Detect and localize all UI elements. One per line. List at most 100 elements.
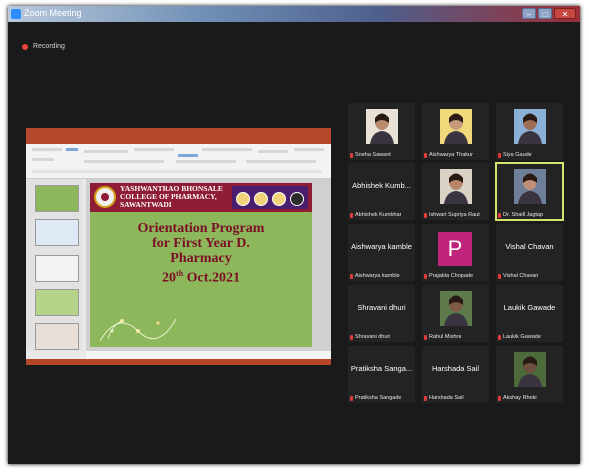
participant-tile[interactable]: Dr. Shaill Jagtap (495, 162, 564, 221)
participant-name: Vishal Chavan (503, 273, 539, 279)
participant-display-name: Vishal Chavan (505, 242, 554, 251)
participant-name-label: Aishwarya kamble (350, 273, 400, 279)
ppt-status-bar (26, 359, 331, 365)
zoom-window: Zoom Meeting – □ ✕ Recording YASHWANTRAO… (8, 6, 580, 464)
participant-tile[interactable]: Aishwarya Thakur (422, 103, 489, 160)
heading-line: Pharmacy (170, 251, 232, 266)
participant-name: Ishwari Supriya Raut (429, 212, 480, 218)
participant-video (514, 169, 546, 204)
participant-name: Harshada Sail (429, 395, 464, 401)
muted-mic-icon (424, 334, 427, 340)
ppt-title-bar (26, 128, 331, 137)
participant-name: Sneha Sawant (355, 152, 391, 158)
affiliation-badge-icon (290, 192, 304, 206)
participant-name-label: Pratiksha Sangade (350, 395, 401, 401)
slide-header: YASHWANTRAO BHONSALE COLLEGE OF PHARMACY… (90, 183, 312, 212)
participant-name-label: Dr. Shaill Jagtap (498, 212, 543, 218)
participant-tile[interactable]: Siya Gaude (496, 103, 563, 160)
participant-tile[interactable]: Ishwari Supriya Raut (422, 163, 489, 220)
close-button[interactable]: ✕ (554, 8, 576, 19)
floral-decoration (99, 318, 177, 342)
slide-heading: Orientation Program for First Year D. Ph… (90, 221, 312, 286)
participant-name: Aishwarya Thakur (429, 152, 473, 158)
slide-thumbnail-pane (26, 179, 82, 351)
participant-video (440, 291, 472, 326)
college-logo (94, 186, 116, 208)
slide-thumbnail[interactable] (35, 289, 79, 316)
participant-tile[interactable]: P Prajakta Chopade (422, 224, 489, 281)
participant-name-label: Akshay Rheki (498, 395, 537, 401)
participant-tile[interactable]: Vishal Chavan Vishal Chavan (496, 224, 563, 281)
participant-display-name: Laukik Gawade (503, 303, 556, 312)
participant-display-name: Harshada Sail (431, 364, 480, 373)
muted-mic-icon (498, 395, 501, 401)
participant-display-name: Aishwarya kamble (351, 242, 412, 251)
muted-mic-icon (350, 395, 353, 401)
recording-dot-icon (22, 43, 28, 50)
minimize-button[interactable]: – (522, 8, 536, 19)
muted-mic-icon (350, 212, 353, 218)
participant-tile[interactable]: Aishwarya kamble Aishwarya kamble (348, 224, 415, 281)
participant-name-label: Abhishek Kumbhar (350, 212, 401, 218)
participant-video (514, 109, 546, 144)
participant-name-label: Siya Gaude (498, 152, 532, 158)
slide-thumbnail[interactable] (35, 219, 79, 246)
participant-video (440, 109, 472, 144)
heading-date: 20th Oct.2021 (162, 269, 240, 286)
participant-tile[interactable]: Shravani dhuri Shravani dhuri (348, 285, 415, 342)
slide-thumbnail[interactable] (35, 185, 79, 212)
participant-video (366, 109, 398, 144)
muted-mic-icon (350, 152, 353, 158)
participant-name-label: Harshada Sail (424, 395, 464, 401)
current-slide: YASHWANTRAO BHONSALE COLLEGE OF PHARMACY… (90, 183, 312, 347)
heading-line: for First Year D. (152, 236, 250, 251)
muted-mic-icon (498, 152, 501, 158)
muted-mic-icon (424, 273, 427, 279)
slide-thumbnail[interactable] (35, 323, 79, 350)
participant-name: Abhishek Kumbhar (355, 212, 402, 218)
participant-tile[interactable]: Abhishek Kumb... Abhishek Kumbhar (348, 163, 415, 220)
participant-name-label: Aishwarya Thakur (424, 152, 473, 158)
maximize-button[interactable]: □ (538, 8, 552, 19)
heading-line: Orientation Program (137, 221, 265, 236)
participant-display-name: Shravani dhuri (357, 303, 406, 312)
participant-tile[interactable]: Akshay Rheki (496, 346, 563, 403)
participant-tile[interactable]: Harshada Sail Harshada Sail (422, 346, 489, 403)
participant-name-label: Shravani dhuri (350, 334, 390, 340)
slide-thumbnail[interactable] (35, 255, 79, 282)
affiliation-badge-icon (254, 192, 268, 206)
participant-name-label: Rahul Mishra (424, 334, 461, 340)
participant-avatar: P (438, 232, 472, 266)
participant-name-label: Prajakta Chopade (424, 273, 473, 279)
participant-name: Aishwarya kamble (355, 273, 400, 279)
participant-tile[interactable]: Sneha Sawant (348, 103, 415, 160)
participant-name: Prajakta Chopade (429, 273, 474, 279)
muted-mic-icon (424, 395, 427, 401)
participant-name-label: Laukik Gawade (498, 334, 541, 340)
participant-name: Pratiksha Sangade (355, 395, 402, 401)
participant-display-name: Abhishek Kumb... (352, 181, 411, 190)
recording-indicator[interactable]: Recording (22, 43, 65, 50)
participant-video (514, 352, 546, 387)
participant-name-label: Sneha Sawant (350, 152, 391, 158)
participant-name: Rahul Mishra (429, 334, 462, 340)
title-bar: Zoom Meeting – □ ✕ (8, 6, 580, 22)
muted-mic-icon (424, 152, 427, 158)
participant-name: Siya Gaude (503, 152, 532, 158)
window-title: Zoom Meeting (24, 8, 82, 18)
zoom-app-icon (11, 9, 21, 19)
participant-tile[interactable]: Pratiksha Sanga... Pratiksha Sangade (348, 346, 415, 403)
affiliation-badge-icon (272, 192, 286, 206)
notes-pane (86, 351, 331, 359)
participant-display-name: Pratiksha Sanga... (350, 364, 413, 373)
recording-label: Recording (33, 43, 65, 50)
affiliation-badges (232, 186, 308, 209)
shared-screen: YASHWANTRAO BHONSALE COLLEGE OF PHARMACY… (26, 128, 331, 365)
affiliation-badge-icon (236, 192, 250, 206)
participant-name: Laukik Gawade (503, 334, 541, 340)
ppt-ribbon (26, 144, 331, 179)
participant-tile[interactable]: Laukik Gawade Laukik Gawade (496, 285, 563, 342)
participant-name: Shravani dhuri (355, 334, 391, 340)
participant-name-label: Vishal Chavan (498, 273, 538, 279)
participant-tile[interactable]: Rahul Mishra (422, 285, 489, 342)
